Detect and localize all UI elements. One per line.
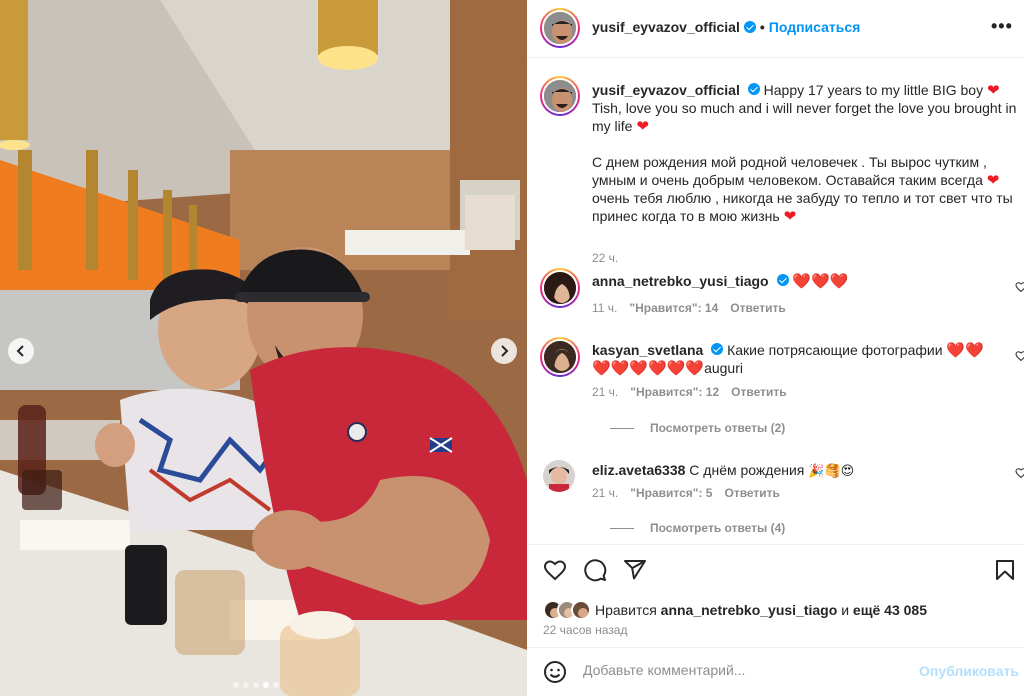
liked-by-user[interactable]: anna_netrebko_yusi_tiago (661, 602, 838, 618)
caption-line2: Tish, love you so much and i will never … (592, 100, 1017, 134)
carousel-dot (243, 682, 249, 688)
view-replies-button[interactable]: Посмотреть ответы (4) (610, 521, 785, 535)
caption-russian-text-2: очень тебя люблю , никогда не забуду то … (592, 190, 1013, 224)
liked-by-count[interactable]: ещё 43 085 (853, 602, 927, 618)
reply-button[interactable]: Ответить (730, 301, 785, 315)
carousel-dot (253, 682, 259, 688)
heart-icon[interactable] (543, 558, 567, 582)
caption-line1: Happy 17 years to my little BIG boy (763, 82, 984, 98)
comment-time: 11 ч. (592, 301, 618, 315)
liked-by: Нравится anna_netrebko_yusi_tiago и ещё … (543, 600, 927, 620)
heart-icon[interactable] (1015, 350, 1024, 362)
comment-input[interactable] (583, 662, 903, 678)
separator-dot: • (759, 19, 765, 35)
caption-time: 22 ч. (592, 251, 619, 265)
more-options-icon[interactable]: ••• (991, 16, 1013, 36)
photo-scene (0, 0, 527, 696)
follow-button[interactable]: Подписаться (769, 19, 861, 35)
carousel-next-button[interactable] (491, 338, 517, 364)
comment-emoji: 🎉🥞😍 (808, 463, 855, 478)
heart-emoji: ❤️❤️❤️ (792, 273, 849, 290)
post-header: yusif_eyvazov_official • Подписаться ••• (527, 0, 1024, 58)
save-icon[interactable] (993, 558, 1017, 582)
commenter-avatar[interactable] (543, 460, 575, 492)
carousel-dots (233, 682, 279, 688)
comments-section[interactable]: yusif_eyvazov_official Happy 17 years to… (527, 58, 1024, 544)
comment-time: 21 ч. (592, 486, 619, 500)
caption-text: yusif_eyvazov_official Happy 17 years to… (592, 81, 1020, 225)
author-username[interactable]: yusif_eyvazov_official (592, 19, 740, 35)
verified-badge-icon (776, 274, 789, 286)
liked-by-and: и (841, 602, 850, 618)
liker-avatar (571, 600, 591, 620)
emoji-icon[interactable] (543, 660, 567, 684)
comment-text-2: auguri (704, 360, 743, 376)
view-replies-button[interactable]: Посмотреть ответы (2) (610, 421, 785, 435)
chevron-left-icon (16, 345, 24, 357)
verified-badge-icon (747, 83, 760, 95)
verified-badge-icon (743, 21, 756, 33)
commenter-username[interactable]: anna_netrebko_yusi_tiago (592, 273, 769, 289)
post-time: 22 часов назад (543, 623, 628, 637)
carousel-dot (263, 682, 269, 688)
reply-button[interactable]: Ответить (731, 385, 786, 399)
carousel-dot (273, 682, 279, 688)
commenter-avatar[interactable] (540, 337, 580, 377)
chevron-right-icon (501, 345, 509, 357)
heart-emoji: ❤ (986, 172, 1000, 189)
verified-badge-icon (711, 343, 724, 355)
heart-emoji: ❤ (986, 82, 1000, 99)
caption-author-avatar[interactable] (540, 76, 580, 116)
commenter-username[interactable]: kasyan_svetlana (592, 342, 703, 358)
post-photo (0, 0, 527, 696)
comment-likes[interactable]: "Нравится": 12 (630, 385, 719, 399)
liked-by-prefix: Нравится (595, 602, 657, 618)
author-avatar[interactable] (540, 8, 580, 48)
comment-time: 21 ч. (592, 385, 619, 399)
caption-username[interactable]: yusif_eyvazov_official (592, 82, 740, 98)
heart-emoji: ❤ (636, 118, 649, 135)
heart-emoji: ❤ (783, 208, 797, 225)
comment-icon[interactable] (583, 558, 607, 582)
carousel-prev-button[interactable] (8, 338, 34, 364)
reply-button[interactable]: Ответить (724, 486, 779, 500)
post-side-panel: yusif_eyvazov_official • Подписаться •••… (527, 0, 1024, 696)
heart-icon[interactable] (1015, 281, 1024, 293)
comment-likes[interactable]: "Нравится": 14 (629, 301, 718, 315)
heart-icon[interactable] (1015, 467, 1024, 479)
heart-emoji: ❤️❤️ (946, 342, 984, 359)
heart-emoji: ❤️❤️❤️❤️❤️❤️ (592, 360, 705, 377)
add-comment-bar: Опубликовать (527, 647, 1024, 696)
commenter-username[interactable]: eliz.aveta6338 (592, 462, 685, 478)
caption-russian-text: С днем рождения мой родной человечек . Т… (592, 154, 987, 188)
comment-likes[interactable]: "Нравится": 5 (630, 486, 712, 500)
comment-text: Какие потрясающие фотографии (727, 342, 943, 358)
comment-text: С днём рождения (689, 462, 805, 478)
carousel-dot (233, 682, 239, 688)
post-actions: Нравится anna_netrebko_yusi_tiago и ещё … (527, 544, 1024, 694)
commenter-avatar[interactable] (540, 268, 580, 308)
share-icon[interactable] (623, 558, 647, 582)
publish-button[interactable]: Опубликовать (919, 663, 1019, 679)
